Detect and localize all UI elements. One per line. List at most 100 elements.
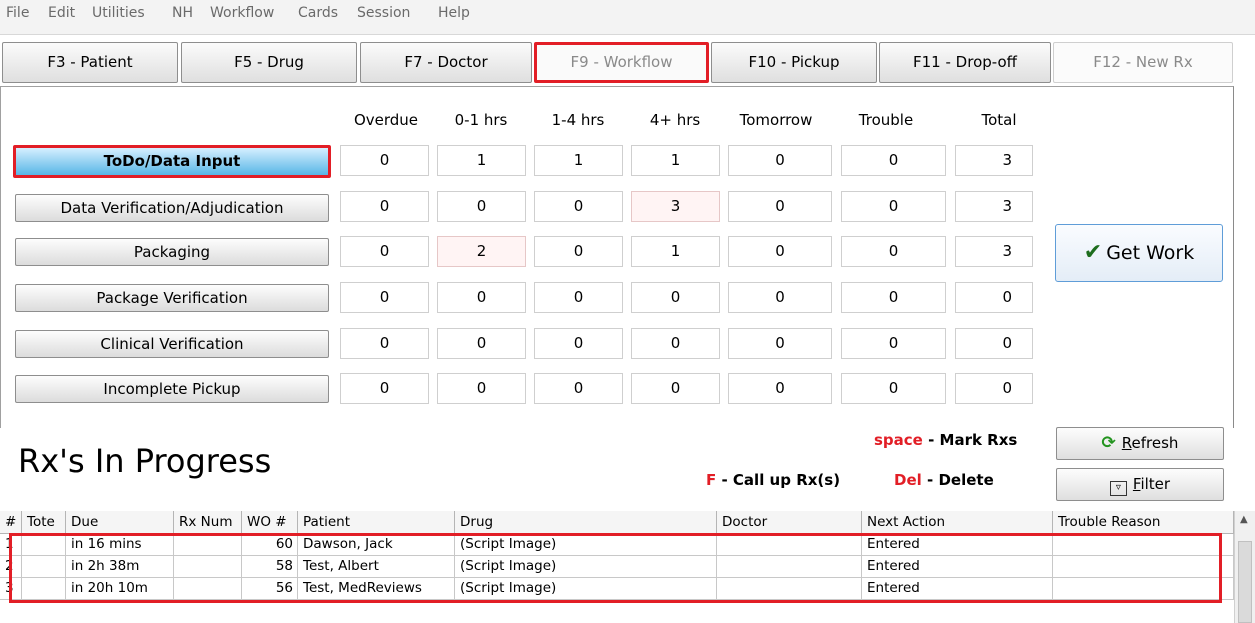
menu-help[interactable]: Help — [438, 5, 470, 21]
grid-cell: Entered — [862, 578, 1053, 600]
col-4plus-hrs: 4+ hrs — [649, 111, 701, 129]
menu-utilities[interactable]: Utilities — [92, 5, 145, 21]
scroll-thumb[interactable] — [1238, 541, 1252, 623]
grid-cell — [717, 578, 862, 600]
count-cell: 0 — [631, 373, 720, 404]
queue-data-verification-button[interactable]: Data Verification/Adjudication — [15, 194, 329, 222]
refresh-label: efresh — [1131, 434, 1179, 452]
count-cell: 0 — [955, 328, 1033, 359]
grid-cell: in 16 mins — [66, 534, 174, 556]
grid-cell: in 20h 10m — [66, 578, 174, 600]
count-cell: 0 — [955, 373, 1033, 404]
count-cell: 0 — [631, 328, 720, 359]
f10-pickup-button[interactable]: F10 - Pickup — [711, 42, 877, 83]
menu-workflow[interactable]: Workflow — [210, 5, 274, 21]
grid-header-doctor[interactable]: Doctor — [717, 511, 862, 534]
menu-cards[interactable]: Cards — [298, 5, 338, 21]
get-work-button[interactable]: ✔ Get Work — [1055, 224, 1223, 282]
count-cell: 0 — [841, 145, 946, 176]
f5-drug-button[interactable]: F5 - Drug — [181, 42, 357, 83]
queue-clinical-verification-button[interactable]: Clinical Verification — [15, 330, 329, 358]
filter-icon: ▿ — [1109, 481, 1127, 496]
col-trouble: Trouble — [858, 111, 914, 129]
count-cell: 3 — [955, 145, 1033, 176]
f7-doctor-button[interactable]: F7 - Doctor — [360, 42, 532, 83]
filter-label: ilter — [1140, 475, 1171, 493]
count-cell: 1 — [437, 145, 526, 176]
grid-header-tote[interactable]: Tote — [22, 511, 66, 534]
f3-patient-button[interactable]: F3 - Patient — [2, 42, 178, 83]
grid-cell: in 2h 38m — [66, 556, 174, 578]
checkmark-icon: ✔ — [1083, 240, 1103, 265]
grid-cell — [717, 556, 862, 578]
grid-cell — [174, 556, 242, 578]
grid-cell: 58 — [242, 556, 298, 578]
col-1-4-hrs: 1-4 hrs — [551, 111, 605, 129]
grid-header-patient[interactable]: Patient — [298, 511, 455, 534]
legend-f-callup: F - Call up Rx(s) — [706, 471, 841, 489]
legend-text: Call up Rx(s) — [732, 471, 841, 489]
f11-dropoff-button[interactable]: F11 - Drop-off — [879, 42, 1051, 83]
legend-space-mark: space - Mark Rxs — [874, 431, 1018, 449]
grid-cell — [22, 534, 66, 556]
queue-package-verification-button[interactable]: Package Verification — [15, 284, 329, 312]
f12-new-rx-button[interactable]: F12 - New Rx — [1053, 42, 1233, 83]
grid-cell — [174, 534, 242, 556]
menu-nh[interactable]: NH — [172, 5, 193, 21]
grid-cell: 1 — [0, 534, 22, 556]
filter-button[interactable]: ▿ Filter — [1056, 468, 1224, 501]
count-cell: 0 — [437, 373, 526, 404]
grid-header-num[interactable]: # — [0, 511, 22, 534]
grid-cell: Entered — [862, 534, 1053, 556]
count-cell: 0 — [728, 282, 832, 313]
grid-cell: 56 — [242, 578, 298, 600]
count-cell: 0 — [631, 282, 720, 313]
count-cell: 0 — [534, 191, 623, 222]
grid-cell — [174, 578, 242, 600]
grid-header-next-action[interactable]: Next Action — [862, 511, 1053, 534]
menu-bar: File Edit Utilities NH Workflow Cards Se… — [0, 0, 1255, 35]
grid-header-wo[interactable]: WO # — [242, 511, 298, 534]
grid-cell: Dawson, Jack — [298, 534, 455, 556]
rx-in-progress-title: Rx's In Progress — [18, 442, 272, 480]
refresh-button[interactable]: ⟳ Refresh — [1056, 427, 1224, 460]
count-cell: 3 — [631, 191, 720, 222]
menu-edit[interactable]: Edit — [48, 5, 75, 21]
count-cell: 0 — [340, 328, 429, 359]
queue-packaging-button[interactable]: Packaging — [15, 238, 329, 266]
queue-incomplete-pickup-button[interactable]: Incomplete Pickup — [15, 375, 329, 403]
grid-cell: 60 — [242, 534, 298, 556]
f9-workflow-tab[interactable]: F9 - Workflow — [534, 42, 709, 83]
count-cell: 0 — [955, 282, 1033, 313]
grid-header-trouble-reason[interactable]: Trouble Reason — [1053, 511, 1234, 534]
col-0-1-hrs: 0-1 hrs — [454, 111, 508, 129]
grid-cell: Test, Albert — [298, 556, 455, 578]
count-cell: 0 — [841, 373, 946, 404]
scroll-up-icon[interactable]: ▲ — [1240, 514, 1248, 525]
grid-header-drug[interactable]: Drug — [455, 511, 717, 534]
menu-file[interactable]: File — [6, 5, 29, 21]
function-key-bar: F3 - Patient F5 - Drug F7 - Doctor F9 - … — [0, 42, 1255, 86]
grid-header-rx-num[interactable]: Rx Num — [174, 511, 242, 534]
grid-cell — [1053, 534, 1234, 556]
count-cell: 0 — [728, 373, 832, 404]
count-cell: 3 — [955, 236, 1033, 267]
count-cell: 0 — [534, 328, 623, 359]
count-cell: 1 — [631, 145, 720, 176]
count-cell: 0 — [841, 328, 946, 359]
count-cell: 0 — [340, 145, 429, 176]
count-cell: 0 — [841, 282, 946, 313]
menu-session[interactable]: Session — [357, 5, 410, 21]
col-tomorrow: Tomorrow — [739, 111, 813, 129]
count-cell: 3 — [955, 191, 1033, 222]
grid-cell — [1053, 578, 1234, 600]
col-overdue: Overdue — [353, 111, 419, 129]
queue-todo-data-input-button[interactable]: ToDo/Data Input — [13, 145, 331, 178]
grid-header-due[interactable]: Due — [66, 511, 174, 534]
count-cell: 0 — [841, 191, 946, 222]
grid-scrollbar[interactable]: ▲ — [1234, 511, 1255, 623]
count-cell: 0 — [728, 191, 832, 222]
count-cell: 1 — [631, 236, 720, 267]
legend-del-delete: Del - Delete — [894, 471, 994, 489]
grid-cell: (Script Image) — [455, 534, 717, 556]
